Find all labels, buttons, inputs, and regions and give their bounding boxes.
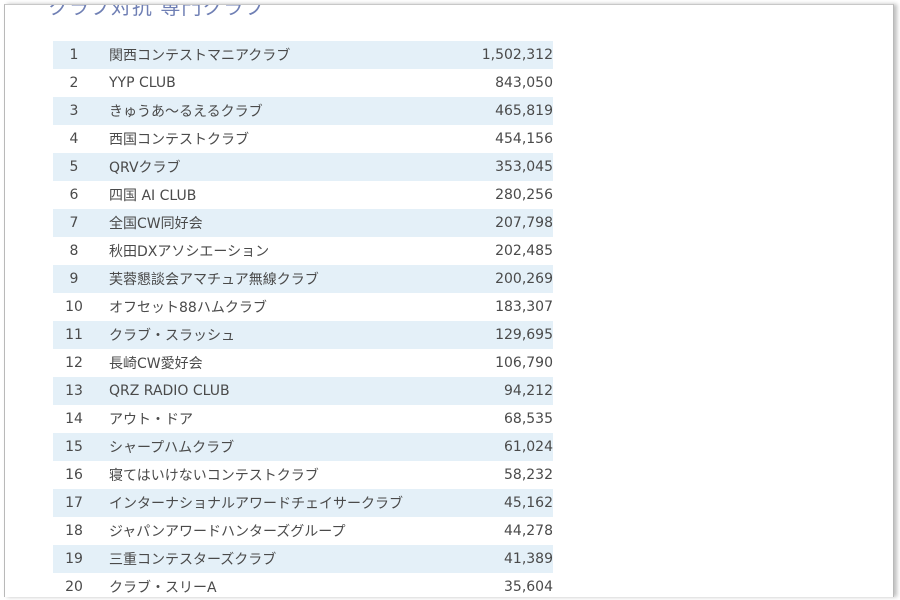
- club-name-cell: クラブ・スラッシュ: [109, 328, 235, 344]
- score-cell: 207,798: [495, 215, 553, 231]
- table-row: 16 寝てはいけないコンテストクラブ 58,232: [53, 461, 553, 489]
- score-cell: 129,695: [495, 327, 553, 343]
- score-cell: 465,819: [495, 103, 553, 119]
- score-cell: 58,232: [504, 467, 553, 483]
- rank-cell: 9: [69, 271, 79, 287]
- score-cell: 353,045: [495, 159, 553, 175]
- club-name-cell: ジャパンアワードハンターズグループ: [109, 524, 346, 540]
- club-ranking-table: 1 関西コンテストマニアクラブ 1,502,312 2 YYP CLUB 843,050 3…: [53, 41, 553, 597]
- ranking-table-body: 1 関西コンテストマニアクラブ 1,502,312 2 YYP CLUB 843,050 3…: [53, 41, 553, 597]
- table-row: 4 西国コンテストクラブ 454,156: [53, 125, 553, 153]
- club-name-cell: QRZ RADIO CLUB: [109, 383, 230, 399]
- table-row: 2 YYP CLUB 843,050: [53, 69, 553, 97]
- rank-cell: 3: [69, 103, 79, 119]
- rank-cell: 15: [65, 439, 83, 455]
- club-name-cell: アウト・ドア: [109, 412, 193, 428]
- club-name-cell: YYP CLUB: [109, 75, 176, 91]
- rank-cell: 6: [69, 187, 79, 203]
- rank-cell: 1: [69, 47, 79, 63]
- score-cell: 41,389: [504, 551, 553, 567]
- score-cell: 68,535: [504, 411, 553, 427]
- club-name-cell: 秋田DXアソシエーション: [109, 244, 270, 260]
- club-name-cell: 四国 AI CLUB: [109, 188, 197, 204]
- rank-cell: 5: [69, 159, 79, 175]
- score-cell: 35,604: [504, 579, 553, 595]
- club-name-cell: 西国コンテストクラブ: [109, 132, 249, 148]
- table-row: 9 芙蓉懇談会アマチュア無線クラブ 200,269: [53, 265, 553, 293]
- club-name-cell: インターナショナルアワードチェイサークラブ: [109, 496, 403, 512]
- club-name-cell: 全国CW同好会: [109, 216, 203, 232]
- rank-cell: 13: [65, 383, 83, 399]
- club-name-cell: クラブ・スリーA: [109, 580, 217, 596]
- page-frame: クラブ対抗 専門クラブ 1 関西コンテストマニアクラブ 1,502,312 2 YYP …: [4, 4, 894, 597]
- score-cell: 200,269: [495, 271, 553, 287]
- table-row: 12 長崎CW愛好会 106,790: [53, 349, 553, 377]
- club-name-cell: QRVクラブ: [109, 160, 181, 176]
- rank-cell: 2: [69, 75, 79, 91]
- table-row: 18 ジャパンアワードハンターズグループ 44,278: [53, 517, 553, 545]
- club-name-cell: 長崎CW愛好会: [109, 356, 203, 372]
- rank-cell: 10: [65, 299, 83, 315]
- score-cell: 843,050: [495, 75, 553, 91]
- table-row: 5 QRVクラブ 353,045: [53, 153, 553, 181]
- club-name-cell: 三重コンテスターズクラブ: [109, 552, 277, 568]
- rank-cell: 18: [65, 523, 83, 539]
- table-row: 19 三重コンテスターズクラブ 41,389: [53, 545, 553, 573]
- club-name-cell: シャープハムクラブ: [109, 440, 235, 456]
- table-row: 11 クラブ・スラッシュ 129,695: [53, 321, 553, 349]
- table-row: 17 インターナショナルアワードチェイサークラブ 45,162: [53, 489, 553, 517]
- rank-cell: 12: [65, 355, 83, 371]
- club-name-cell: きゅうあ～るえるクラブ: [109, 104, 263, 120]
- table-row: 6 四国 AI CLUB 280,256: [53, 181, 553, 209]
- table-row: 10 オフセット88ハムクラブ 183,307: [53, 293, 553, 321]
- score-cell: 183,307: [495, 299, 553, 315]
- score-cell: 202,485: [495, 243, 553, 259]
- rank-cell: 17: [65, 495, 83, 511]
- table-row: 14 アウト・ドア 68,535: [53, 405, 553, 433]
- rank-cell: 11: [65, 327, 83, 343]
- score-cell: 1,502,312: [481, 47, 553, 63]
- club-name-cell: 芙蓉懇談会アマチュア無線クラブ: [109, 272, 319, 288]
- club-name-cell: オフセット88ハムクラブ: [109, 300, 267, 316]
- score-cell: 94,212: [504, 383, 553, 399]
- rank-cell: 8: [69, 243, 79, 259]
- rank-cell: 7: [69, 215, 79, 231]
- table-row: 8 秋田DXアソシエーション 202,485: [53, 237, 553, 265]
- table-row: 1 関西コンテストマニアクラブ 1,502,312: [53, 41, 553, 69]
- score-cell: 454,156: [495, 131, 553, 147]
- score-cell: 61,024: [504, 439, 553, 455]
- table-row: 7 全国CW同好会 207,798: [53, 209, 553, 237]
- score-cell: 106,790: [495, 355, 553, 371]
- table-row: 15 シャープハムクラブ 61,024: [53, 433, 553, 461]
- table-row: 3 きゅうあ～るえるクラブ 465,819: [53, 97, 553, 125]
- club-name-cell: 寝てはいけないコンテストクラブ: [109, 468, 319, 484]
- rank-cell: 16: [65, 467, 83, 483]
- score-cell: 44,278: [504, 523, 553, 539]
- rank-cell: 20: [65, 579, 83, 595]
- table-row: 13 QRZ RADIO CLUB 94,212: [53, 377, 553, 405]
- score-cell: 280,256: [495, 187, 553, 203]
- rank-cell: 4: [69, 131, 79, 147]
- table-row: 20 クラブ・スリーA 35,604: [53, 573, 553, 597]
- club-name-cell: 関西コンテストマニアクラブ: [109, 48, 291, 64]
- rank-cell: 19: [65, 551, 83, 567]
- page-title: クラブ対抗 専門クラブ: [48, 4, 266, 19]
- rank-cell: 14: [65, 411, 83, 427]
- score-cell: 45,162: [504, 495, 553, 511]
